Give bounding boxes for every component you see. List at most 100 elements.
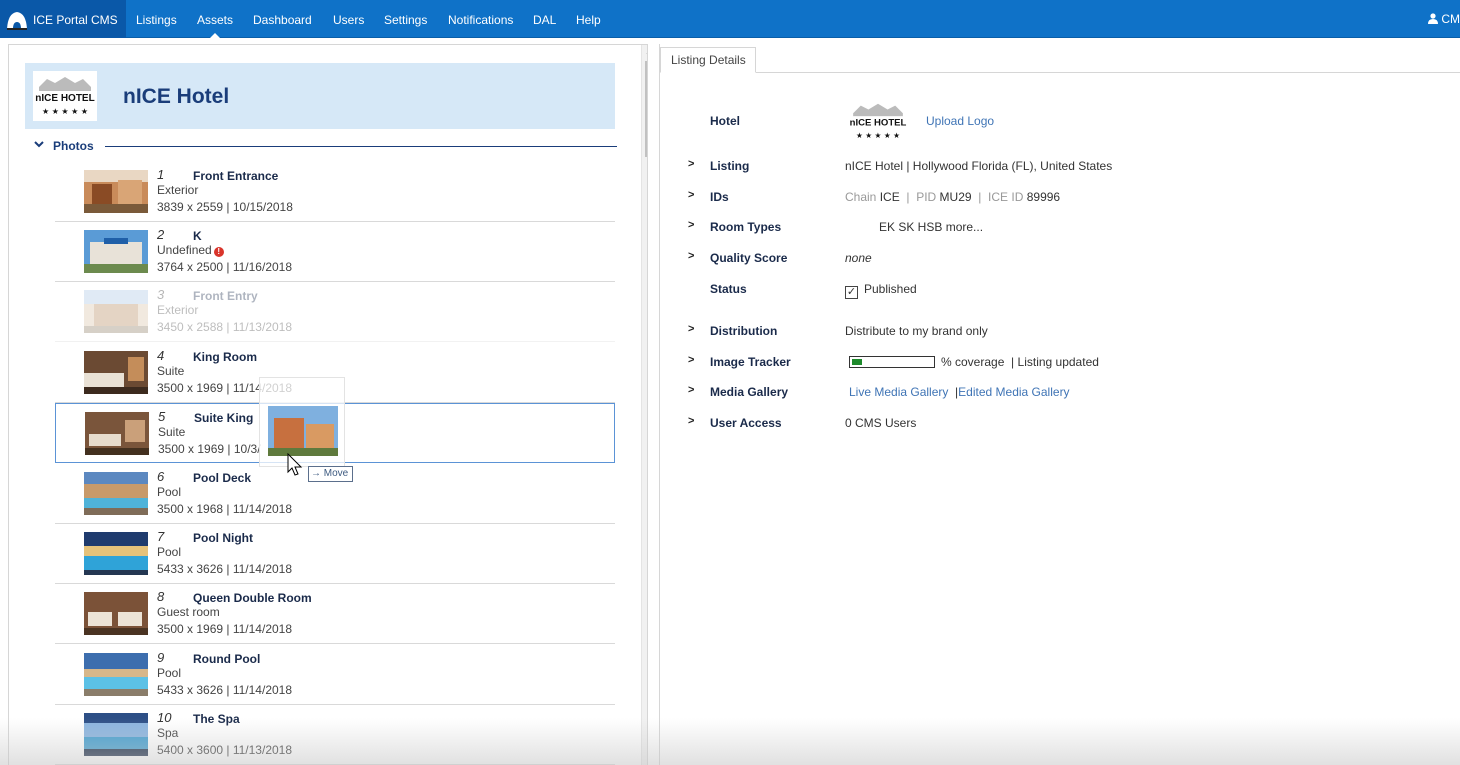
photo-number: 2 bbox=[157, 227, 165, 242]
photo-title: King Room bbox=[193, 350, 257, 364]
detail-user-access[interactable]: > User Access 0 CMS Users bbox=[660, 415, 1460, 433]
photo-category: Spa bbox=[157, 726, 179, 740]
nav-dal[interactable]: DAL bbox=[533, 13, 556, 27]
photo-number: 6 bbox=[157, 469, 165, 484]
chevron-right-icon[interactable]: > bbox=[688, 219, 694, 231]
photo-category: Guest room bbox=[157, 605, 220, 619]
detail-label: Listing bbox=[710, 159, 750, 173]
detail-label: User Access bbox=[710, 416, 782, 430]
detail-hotel: Hotel bbox=[660, 113, 1460, 131]
hotel-name: nICE Hotel bbox=[123, 85, 230, 108]
photo-category: Pool bbox=[157, 485, 182, 499]
quality-score-value[interactable]: none bbox=[845, 251, 872, 265]
room-types-value: EK SK HSB more... bbox=[879, 220, 984, 234]
photo-meta: 3839 x 2559 | 10/15/2018 bbox=[157, 200, 293, 214]
brand-home-link[interactable]: ICE Portal CMS bbox=[0, 0, 126, 38]
section-divider bbox=[105, 146, 617, 147]
nav-listings[interactable]: Listings bbox=[136, 13, 177, 27]
user-menu[interactable]: CM bbox=[1427, 12, 1460, 26]
detail-label: IDs bbox=[710, 190, 729, 204]
chevron-right-icon[interactable]: > bbox=[688, 158, 694, 170]
chevron-right-icon[interactable]: > bbox=[688, 189, 694, 201]
photo-meta: 3450 x 2588 | 11/13/2018 bbox=[157, 320, 293, 334]
photo-thumbnail bbox=[85, 412, 149, 455]
chevron-down-icon bbox=[33, 138, 45, 152]
photo-row[interactable]: 8 Queen Double Room Guest room 3500 x 19… bbox=[55, 584, 615, 644]
nav-users[interactable]: Users bbox=[333, 13, 364, 27]
detail-label: Distribution bbox=[710, 324, 778, 338]
photo-row[interactable]: 7 Pool Night Pool 5433 x 3626 | 11/14/20… bbox=[55, 524, 615, 584]
photo-title: Queen Double Room bbox=[193, 591, 312, 605]
photo-number: 3 bbox=[157, 287, 165, 302]
photo-row[interactable]: 1 Front Entrance Exterior 3839 x 2559 | … bbox=[55, 162, 615, 222]
chevron-right-icon[interactable]: > bbox=[688, 354, 694, 366]
pid-value: MU29 bbox=[939, 190, 972, 204]
svg-text:★ ★ ★ ★ ★: ★ ★ ★ ★ ★ bbox=[42, 107, 88, 116]
hotel-logo-small: nICE HOTEL ★ ★ ★ ★ ★ bbox=[850, 103, 907, 140]
detail-distribution[interactable]: > Distribution Distribute to my brand on… bbox=[660, 323, 1460, 341]
nav-dashboard[interactable]: Dashboard bbox=[253, 13, 312, 27]
detail-quality-score[interactable]: > Quality Score none bbox=[660, 250, 1460, 268]
detail-media-gallery[interactable]: > Media Gallery Live Media Gallery |Edit… bbox=[660, 384, 1460, 402]
photo-title: Front Entrance bbox=[193, 169, 279, 183]
user-access-value: 0 CMS Users bbox=[845, 416, 917, 430]
chevron-right-icon[interactable]: > bbox=[688, 384, 694, 396]
chevron-right-icon[interactable]: > bbox=[688, 323, 694, 335]
svg-text:nICE HOTEL: nICE HOTEL bbox=[850, 118, 907, 129]
distribution-value: Distribute to my brand only bbox=[845, 324, 988, 338]
chevron-right-icon[interactable]: > bbox=[688, 415, 694, 427]
photo-number: 7 bbox=[157, 529, 165, 544]
mouse-cursor-icon bbox=[287, 453, 303, 476]
scrollbar-thumb[interactable] bbox=[645, 61, 647, 157]
scroll-up-arrow-icon[interactable]: ▲ bbox=[644, 47, 647, 57]
photos-section-label: Photos bbox=[53, 139, 94, 153]
top-navbar: ICE Portal CMS Listings Assets Dashboard… bbox=[0, 0, 1460, 39]
photo-thumbnail bbox=[84, 170, 148, 213]
tracker-separator: | bbox=[1011, 355, 1015, 369]
nav-assets[interactable]: Assets bbox=[197, 13, 233, 39]
detail-label: Hotel bbox=[710, 114, 740, 128]
photo-number: 4 bbox=[157, 348, 165, 363]
photo-title: Pool Deck bbox=[193, 471, 252, 485]
vertical-scrollbar[interactable]: ▲ bbox=[641, 45, 647, 765]
media-gallery-links: Live Media Gallery |Edited Media Gallery bbox=[849, 385, 1070, 399]
photo-category: Pool bbox=[157, 666, 182, 680]
photo-meta: 5433 x 3626 | 11/14/2018 bbox=[157, 683, 293, 697]
photo-number: 9 bbox=[157, 650, 165, 665]
photo-category: Pool bbox=[157, 545, 182, 559]
tracker-value: % coverage | Listing updated bbox=[849, 355, 1099, 369]
photo-number: 8 bbox=[157, 589, 165, 604]
photo-row[interactable]: 2 K Undefined! 3764 x 2500 | 11/16/2018 bbox=[55, 222, 615, 282]
photo-thumbnail bbox=[84, 532, 148, 575]
photo-row[interactable]: 3 Front Entry Exterior 3450 x 2588 | 11/… bbox=[55, 282, 615, 342]
photo-thumbnail bbox=[84, 653, 148, 696]
coverage-progress-fill bbox=[852, 359, 862, 365]
detail-listing[interactable]: > Listing nICE Hotel | Hollywood Florida… bbox=[660, 158, 1460, 176]
live-media-gallery-link[interactable]: Live Media Gallery bbox=[849, 385, 948, 399]
listing-updated-text: Listing updated bbox=[1017, 355, 1099, 369]
photo-meta: 3500 x 1969 | 10/3/ bbox=[158, 442, 261, 456]
photos-section-header[interactable]: Photos bbox=[33, 138, 617, 154]
tab-listing-details[interactable]: Listing Details bbox=[660, 47, 756, 73]
photo-row[interactable]: 10 The Spa Spa 5400 x 3600 | 11/13/2018 bbox=[55, 705, 615, 765]
upload-logo-link[interactable]: Upload Logo bbox=[926, 114, 994, 128]
photo-row[interactable]: 9 Round Pool Pool 5433 x 3626 | 11/14/20… bbox=[55, 645, 615, 705]
nav-notifications[interactable]: Notifications bbox=[448, 13, 513, 27]
detail-label: Media Gallery bbox=[710, 385, 789, 399]
photo-thumbnail bbox=[84, 290, 148, 333]
nav-help[interactable]: Help bbox=[576, 13, 601, 27]
detail-image-tracker[interactable]: > Image Tracker % coverage | Listing upd… bbox=[660, 354, 1460, 372]
published-checkbox[interactable]: ✓ bbox=[845, 286, 858, 299]
detail-label: Room Types bbox=[710, 220, 782, 234]
photo-category: Suite bbox=[157, 364, 185, 378]
detail-room-types[interactable]: > Room Types EK SK HSB more... bbox=[660, 219, 1460, 237]
ids-value: Chain ICE | PID MU29 | ICE ID 89996 bbox=[845, 190, 1060, 204]
move-tooltip: → Move bbox=[308, 466, 354, 482]
detail-ids[interactable]: > IDs Chain ICE | PID MU29 | ICE ID 8999… bbox=[660, 189, 1460, 207]
listing-details-panel: Listing Details Hotel nICE HOTEL ★ ★ ★ ★… bbox=[659, 44, 1460, 765]
photo-number: 10 bbox=[157, 710, 172, 725]
status-text: Published bbox=[864, 282, 917, 296]
edited-media-gallery-link[interactable]: Edited Media Gallery bbox=[958, 385, 1069, 399]
chevron-right-icon[interactable]: > bbox=[688, 250, 694, 262]
nav-settings[interactable]: Settings bbox=[384, 13, 427, 27]
